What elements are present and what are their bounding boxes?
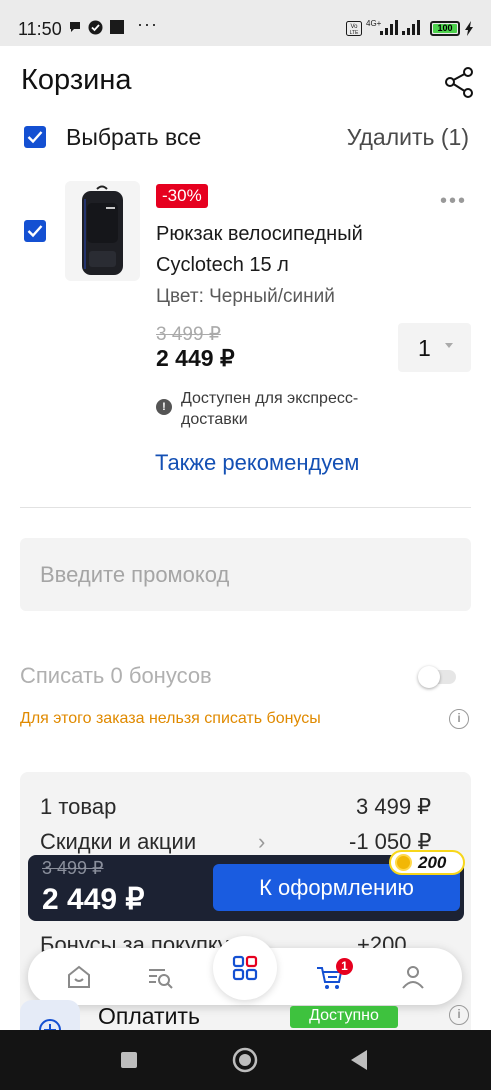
current-price: 2 449 ₽ [156,345,235,371]
bonus-toggle[interactable] [418,666,456,688]
bottom-nav: 1 [28,936,462,1005]
info-icon[interactable]: i [449,1005,469,1025]
status-time: 11:50 [18,19,62,39]
select-all-label[interactable]: Выбрать все [66,124,201,151]
product-name[interactable]: Рюкзак велосипедный Cyclotech 15 л [156,219,436,281]
old-price: 3 499 ₽ [156,324,221,345]
network-type: 4G+ [366,19,382,28]
signal-icon-2 [402,20,424,41]
discounts-label[interactable]: Скидки и акции [40,829,196,855]
chat-icon [68,20,82,39]
bonus-badge-value: 200 [418,853,447,872]
chevron-right-icon: › [258,829,266,854]
bonus-spend-label: Списать 0 бонусов [20,663,212,688]
volte-icon: Vo LTE [346,21,362,41]
available-badge: Доступно [290,1006,398,1028]
quantity-select[interactable]: 1 [398,323,471,372]
info-icon: ! [156,399,172,415]
coin-icon [395,854,412,871]
profile-icon[interactable] [398,962,428,992]
catalog-search-icon[interactable] [145,962,175,992]
page-title: Корзина [21,64,132,96]
share-icon[interactable] [444,66,476,98]
product-color: Цвет: Черный/синий [156,286,335,307]
bonus-warning: Для этого заказа нельзя списать бонусы [20,710,321,727]
express-delivery-note: Доступен для экспресс-доставки [181,390,359,428]
item-checkbox[interactable] [24,220,46,242]
product-image[interactable] [65,181,140,281]
delete-button[interactable]: Удалить (1) [347,124,469,151]
home-button[interactable] [232,1047,258,1078]
check-icon [27,131,43,144]
backpack-icon [82,185,123,275]
items-count-label: 1 товар [40,794,117,819]
check-icon [27,225,43,238]
also-recommend-link[interactable]: Также рекомендуем [155,450,359,476]
app-square-icon [110,20,124,39]
home-icon[interactable] [64,962,94,992]
back-button[interactable] [350,1049,368,1076]
grid-icon[interactable] [213,936,277,1000]
checkout-old-total: 3 499 ₽ [42,858,104,878]
system-nav-bar [0,1030,491,1090]
battery-icon: 100 [430,21,460,36]
toggle-knob [418,666,440,688]
checkout-total: 2 449 ₽ [42,883,145,916]
pay-label[interactable]: Оплатить [98,1003,200,1030]
charging-icon [465,21,474,41]
divider [20,507,471,508]
svg-text:LTE: LTE [350,30,359,36]
battery-level: 100 [433,24,457,33]
select-all-checkbox[interactable] [24,126,46,148]
recents-button[interactable] [121,1052,137,1073]
items-total-value: 3 499 ₽ [356,794,432,819]
verified-icon [88,20,103,40]
promo-code-input[interactable] [20,538,471,611]
chevron-down-icon [445,343,453,348]
more-notifications-icon: ··· [137,14,158,34]
quantity-value: 1 [418,335,431,361]
bonus-badge: 200 [389,850,465,875]
signal-icon: 4G+ [366,18,400,41]
info-icon[interactable]: i [449,709,469,729]
discount-badge: -30% [156,184,208,208]
more-options-icon[interactable]: ••• [440,190,467,213]
status-bar: 11:50 ··· Vo LTE 4G+ 100 [0,0,491,46]
cart-count-badge: 1 [336,958,353,975]
